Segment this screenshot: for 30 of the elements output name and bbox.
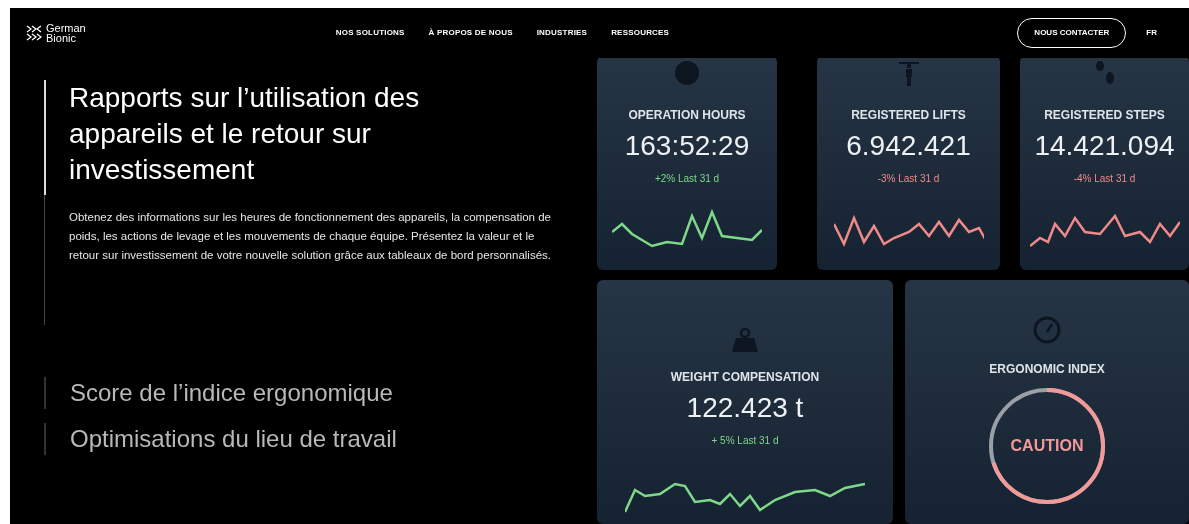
stat-value: 163:52:29 bbox=[624, 129, 750, 163]
language-link[interactable]: FR bbox=[1146, 27, 1157, 39]
trend-text: + 5% Last 31 d bbox=[711, 434, 779, 448]
stat-label: REGISTERED LIFTS bbox=[851, 107, 966, 124]
stat-label: WEIGHT COMPENSATION bbox=[670, 369, 820, 386]
stat-value: 122.423 t bbox=[686, 391, 804, 425]
trend-text: -4% Last 31 d bbox=[1073, 172, 1136, 186]
logo-text: German bbox=[46, 23, 86, 33]
logo[interactable]: German Bionic bbox=[26, 23, 86, 43]
stat-label: OPERATION HOURS bbox=[628, 107, 746, 124]
stat-label: REGISTERED STEPS bbox=[1044, 107, 1165, 124]
footprints-icon bbox=[1094, 60, 1115, 86]
clock-icon bbox=[674, 60, 700, 86]
weight-icon bbox=[731, 328, 759, 352]
nav-link[interactable]: RESSOURCES bbox=[611, 27, 670, 39]
stat-value: 6.942.421 bbox=[846, 129, 971, 163]
chevrons-icon bbox=[26, 24, 42, 42]
section-title: Rapports sur l’utilisation des appareils et le retour sur investissement bbox=[69, 81, 421, 187]
trend-text: +2% Last 31 d bbox=[654, 172, 720, 186]
trend-text: -3% Last 31 d bbox=[877, 172, 940, 186]
stat-label: ERGONOMIC INDEX bbox=[989, 361, 1105, 378]
stat-value: 14.421.094 bbox=[1034, 129, 1175, 163]
section-description: Obtenez des informations sur les heures de fonctionnement des appareils, la compensation de poids, les actions de levage et les mouvements de chaque équipe. Présentez la valeur et le retour sur investissement de votre nouvelle solution grâce aux tableaux de bord personnalisés. bbox=[69, 210, 552, 263]
status-text: CAUTION bbox=[1010, 436, 1084, 456]
nav-link[interactable]: INDUSTRIES bbox=[536, 27, 588, 39]
nav-link[interactable]: NOS SOLUTIONS bbox=[335, 27, 405, 39]
person-lifting-icon bbox=[896, 60, 921, 86]
nav-link[interactable]: À PROPOS DE NOUS bbox=[428, 27, 513, 39]
gauge-icon bbox=[1033, 316, 1061, 344]
logo-text: Bionic bbox=[46, 33, 77, 43]
